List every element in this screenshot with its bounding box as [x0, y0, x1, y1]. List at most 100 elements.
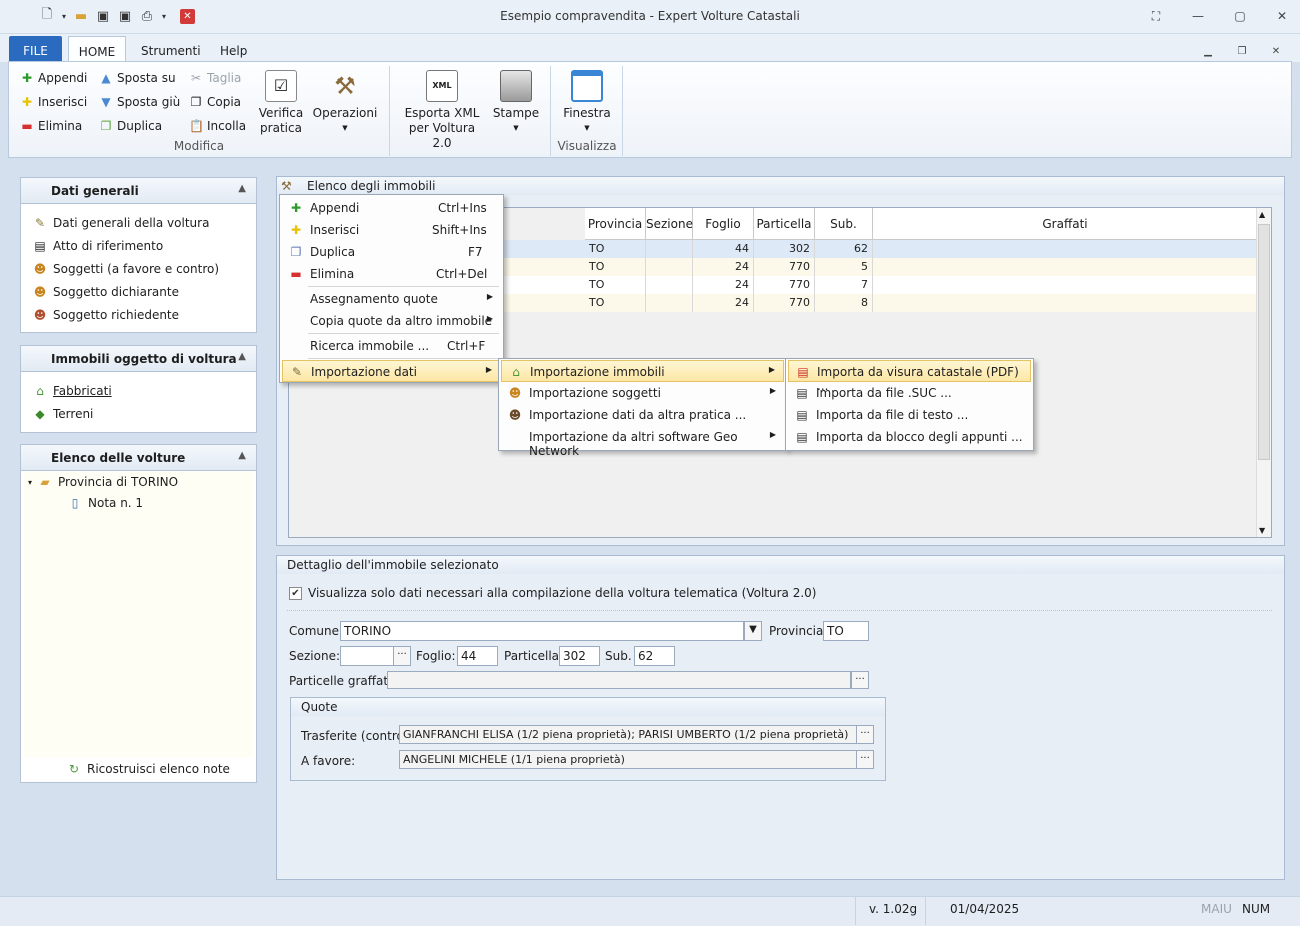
- insert-icon: ✚: [21, 95, 33, 109]
- column-header[interactable]: Foglio: [693, 208, 754, 240]
- collapse-icon[interactable]: ▾: [28, 478, 32, 487]
- verify-button[interactable]: ☑ Verifica pratica: [253, 70, 309, 136]
- chevron-down-icon: ▼: [342, 124, 348, 132]
- favore-field[interactable]: ANGELINI MICHELE (1/1 piena proprietà): [399, 750, 857, 769]
- menu-item-import-data[interactable]: ✎ Importazione dati ▶: [282, 360, 501, 382]
- column-header[interactable]: Particella: [754, 208, 815, 240]
- insert-button[interactable]: ✚ Inserisci: [20, 92, 87, 112]
- scrollbar-thumb[interactable]: [1258, 224, 1270, 460]
- tab-help[interactable]: Help: [208, 36, 259, 62]
- nav-subjects[interactable]: ☻ Soggetti (a favore e contro): [33, 259, 219, 279]
- table-cell: [873, 276, 1258, 294]
- table-cell: [646, 294, 693, 312]
- sub-label: Sub.: [605, 649, 632, 663]
- chevron-up-icon[interactable]: ▲: [238, 183, 246, 194]
- scroll-up-icon[interactable]: ▲: [1259, 210, 1265, 219]
- rebuild-notes-button[interactable]: ↻ Ricostruisci elenco note: [67, 759, 230, 779]
- mdi-minimize-icon[interactable]: ▁: [1198, 41, 1218, 61]
- move-up-button[interactable]: ▲ Sposta su: [99, 68, 175, 88]
- menu-item-import-properties[interactable]: ⌂ Importazione immobili ▶: [501, 360, 784, 382]
- column-header[interactable]: Provincia: [585, 208, 646, 240]
- maximize-icon[interactable]: ▢: [1230, 6, 1250, 26]
- cut-button[interactable]: ✂ Taglia: [189, 68, 241, 88]
- table-cell: [646, 240, 693, 258]
- column-header[interactable]: Sub.: [815, 208, 873, 240]
- favore-browse-button[interactable]: ···: [856, 750, 874, 769]
- menu-item-copy-quotes[interactable]: Copia quote da altro immobile ▶: [282, 310, 501, 332]
- minimize-icon[interactable]: —: [1188, 6, 1208, 26]
- submenu-arrow-icon: ▶: [768, 365, 775, 374]
- operations-button[interactable]: ⚒ Operazioni ▼: [312, 70, 378, 136]
- window-button[interactable]: Finestra ▼: [559, 70, 615, 136]
- sezione-browse-button[interactable]: ···: [393, 646, 411, 666]
- note-icon: ▯: [71, 496, 79, 510]
- nav-reference-act[interactable]: ▤ Atto di riferimento: [33, 236, 163, 256]
- menu-item-delete[interactable]: ▬ Elimina Ctrl+Del: [282, 263, 501, 285]
- tools-icon: ⚒: [281, 179, 292, 193]
- menu-item-insert[interactable]: ✚ Inserisci Shift+Ins: [282, 219, 501, 241]
- paste-button[interactable]: 📋 Incolla: [189, 116, 246, 136]
- tab-file[interactable]: FILE: [9, 36, 62, 62]
- menu-item-append[interactable]: ✚ Appendi Ctrl+Ins: [282, 197, 501, 219]
- graffate-browse-button[interactable]: ···: [851, 671, 869, 689]
- contro-browse-button[interactable]: ···: [856, 725, 874, 744]
- contro-field[interactable]: GIANFRANCHI ELISA (1/2 piena proprietà);…: [399, 725, 857, 744]
- comune-field[interactable]: TORINO: [340, 621, 744, 641]
- export-xml-button[interactable]: XML Esporta XML per Voltura 2.0: [399, 70, 485, 151]
- mdi-restore-icon[interactable]: ❐: [1232, 41, 1252, 61]
- menu-item-search[interactable]: Ricerca immobile ... Ctrl+F: [282, 335, 501, 357]
- foglio-field[interactable]: 44: [457, 646, 498, 666]
- move-down-button[interactable]: ▼ Sposta giù: [99, 92, 180, 112]
- print-button[interactable]: Stampe ▼: [489, 70, 543, 136]
- tab-tools[interactable]: Strumenti: [129, 36, 213, 62]
- panel-header[interactable]: Elenco delle volture ▲: [21, 445, 256, 471]
- menu-item-import-pdf[interactable]: ▤ Importa da visura catastale (PDF) ...: [788, 360, 1031, 393]
- append-button[interactable]: ✚ Appendi: [20, 68, 87, 88]
- checklist-icon: ☑: [265, 70, 297, 102]
- nav-requester[interactable]: ☻ Soggetto richiedente: [33, 305, 179, 325]
- table-cell: 302: [754, 240, 815, 258]
- provincia-field[interactable]: TO: [823, 621, 869, 641]
- delete-button[interactable]: ▬ Elimina: [20, 116, 82, 136]
- context-menu: ✚ Appendi Ctrl+Ins ✚ Inserisci Shift+Ins ❐ Du…: [279, 194, 504, 383]
- menu-item-duplicate[interactable]: ❐ Duplica F7: [282, 241, 501, 263]
- column-header[interactable]: Graffati: [873, 208, 1258, 240]
- nav-lands[interactable]: ◆ Terreni: [33, 404, 93, 424]
- duplicate-button[interactable]: ❐ Duplica: [99, 116, 162, 136]
- menu-item-import-other-practice[interactable]: ☻ Importazione dati da altra pratica ...: [501, 404, 784, 426]
- properties-panel: Immobili oggetto di voltura ▲ ⌂ Fabbricati…: [20, 345, 257, 433]
- nav-general-data[interactable]: ✎ Dati generali della voltura: [33, 213, 209, 233]
- close-icon[interactable]: ✕: [1272, 6, 1292, 26]
- menu-item-import-text[interactable]: ▤ Importa da file di testo ...: [788, 404, 1031, 426]
- pdf-file-icon: ▤: [797, 365, 809, 379]
- vertical-scrollbar[interactable]: ▲ ▼: [1256, 208, 1271, 537]
- tree-node-province[interactable]: ▾ ▰ Provincia di TORINO: [28, 472, 178, 492]
- copy-button[interactable]: ❐ Copia: [189, 92, 241, 112]
- menu-item-import-suc[interactable]: ▤ Importa da file .SUC ...: [788, 382, 1031, 404]
- window-icon: [571, 70, 603, 102]
- restore-layout-icon[interactable]: ⛶: [1146, 6, 1166, 26]
- menu-item-import-geo-network[interactable]: Importazione da altri software Geo Netwo…: [501, 426, 784, 458]
- menu-item-assign-quotes[interactable]: Assegnamento quote ▶: [282, 288, 501, 310]
- particella-field[interactable]: 302: [559, 646, 600, 666]
- menu-item-import-clipboard[interactable]: ▤ Importa da blocco degli appunti ...: [788, 426, 1031, 448]
- mdi-close-icon[interactable]: ✕: [1266, 41, 1286, 61]
- tab-home[interactable]: HOME: [68, 36, 126, 62]
- tree-node-note[interactable]: ▯ Nota n. 1: [68, 493, 143, 513]
- checkbox[interactable]: ✔: [289, 587, 302, 600]
- nav-declarant[interactable]: ☻ Soggetto dichiarante: [33, 282, 179, 302]
- menu-separator: [308, 358, 499, 359]
- column-header[interactable]: Sezione: [646, 208, 693, 240]
- comune-dropdown-icon[interactable]: ▼: [744, 621, 762, 641]
- menu-item-import-subjects[interactable]: ☻ Importazione soggetti ▶: [501, 382, 784, 404]
- panel-header[interactable]: Immobili oggetto di voltura ▲: [21, 346, 256, 372]
- panel-header[interactable]: Dati generali ▲: [21, 178, 256, 204]
- chevron-up-icon[interactable]: ▲: [238, 351, 246, 362]
- sub-field[interactable]: 62: [634, 646, 675, 666]
- graffate-field[interactable]: [387, 671, 851, 689]
- table-cell: 770: [754, 294, 815, 312]
- scroll-down-icon[interactable]: ▼: [1259, 526, 1265, 535]
- sezione-field[interactable]: [340, 646, 394, 666]
- nav-buildings[interactable]: ⌂ Fabbricati: [33, 381, 111, 401]
- chevron-up-icon[interactable]: ▲: [238, 450, 246, 461]
